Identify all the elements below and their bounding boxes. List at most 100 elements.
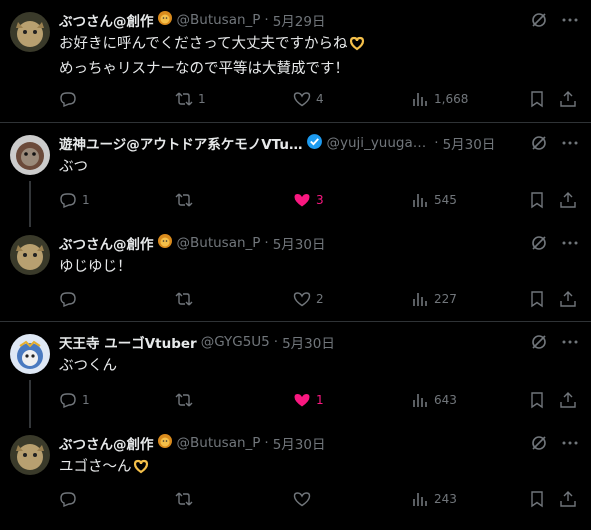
views-button[interactable]: 243 — [411, 489, 457, 509]
share-button[interactable] — [559, 190, 577, 210]
handle[interactable]: @GYG5U5 — [201, 334, 270, 350]
timestamp[interactable]: 5月30日 — [273, 433, 326, 453]
tweet-4[interactable]: 天王寺 ユーゴVtuber @GYG5U5 · 5月30日 ぶつくん 1 1 6… — [0, 322, 591, 428]
tweet-text: ゆじゆじ！ — [59, 256, 132, 278]
grok-icon[interactable] — [530, 434, 548, 452]
more-icon[interactable] — [561, 11, 579, 29]
retweet-button[interactable]: 1 — [175, 89, 206, 109]
retweet-icon — [175, 393, 193, 407]
action-bar: 243 — [59, 489, 579, 509]
views-count: 227 — [434, 292, 457, 306]
retweet-button[interactable] — [175, 190, 198, 210]
tweet-line: ぶつくん — [59, 358, 117, 374]
bookmark-button[interactable] — [528, 289, 546, 309]
views-button[interactable]: 545 — [411, 190, 457, 210]
timestamp[interactable]: 5月29日 — [273, 10, 326, 30]
avatar[interactable] — [10, 135, 50, 175]
like-button[interactable]: 2 — [293, 289, 324, 309]
verified-badge-icon — [306, 133, 323, 154]
avatar[interactable] — [10, 12, 50, 52]
display-name[interactable]: 天王寺 ユーゴVtuber — [59, 332, 197, 352]
grok-icon[interactable] — [530, 333, 548, 351]
share-button[interactable] — [559, 289, 577, 309]
separator-dot: · — [434, 135, 439, 151]
share-icon — [560, 192, 576, 208]
tweet-1[interactable]: ぶつさん@創作 @Butusan_P · 5月29日 お好きに呼んでくださって大… — [0, 0, 591, 122]
more-icon[interactable] — [561, 434, 579, 452]
share-button[interactable] — [559, 89, 577, 109]
tweet-text: ぶつくん — [59, 355, 117, 377]
timestamp[interactable]: 5月30日 — [282, 332, 335, 352]
tweet-header: ぶつさん@創作 @Butusan_P · 5月30日 — [59, 233, 326, 253]
separator-dot: · — [264, 12, 269, 28]
timestamp[interactable]: 5月30日 — [273, 233, 326, 253]
reply-button[interactable] — [59, 289, 82, 309]
more-icon[interactable] — [561, 234, 579, 252]
retweet-icon — [175, 492, 193, 506]
bookmark-icon — [531, 91, 543, 108]
action-bar: 2 227 — [59, 289, 579, 309]
separator-dot: · — [273, 334, 279, 350]
tweet-text: お好きに呼んでくださって大丈夫ですからね めっちゃリスナーなので平等は大賛成です… — [59, 33, 365, 80]
like-button[interactable]: 1 — [293, 390, 324, 410]
display-name[interactable]: ぶつさん@創作 — [59, 10, 154, 30]
views-button[interactable]: 643 — [411, 390, 457, 410]
share-button[interactable] — [559, 390, 577, 410]
share-button[interactable] — [559, 489, 577, 509]
avatar[interactable] — [10, 334, 50, 374]
like-button[interactable]: 4 — [293, 89, 324, 109]
heart-icon — [293, 492, 311, 507]
action-bar: 1 3 545 — [59, 190, 579, 210]
retweet-icon — [175, 292, 193, 306]
handle[interactable]: @yuji_yuuga… — [327, 135, 427, 151]
tweet-line: お好きに呼んでくださって大丈夫ですからね — [59, 36, 348, 52]
bookmark-button[interactable] — [528, 190, 546, 210]
retweet-button[interactable] — [175, 390, 198, 410]
display-name[interactable]: 遊神ユージ@アウトドア系ケモノVTu… — [59, 133, 303, 153]
tweet-text: ユゴさ〜ん — [59, 456, 149, 481]
retweet-button[interactable] — [175, 289, 198, 309]
views-icon — [413, 194, 427, 207]
like-count: 1 — [316, 393, 324, 407]
retweet-icon — [175, 92, 193, 106]
bookmark-icon — [531, 392, 543, 409]
display-name[interactable]: ぶつさん@創作 — [59, 233, 154, 253]
bookmark-button[interactable] — [528, 390, 546, 410]
share-icon — [560, 91, 576, 107]
reply-button[interactable] — [59, 89, 82, 109]
reply-count: 1 — [82, 393, 90, 407]
grok-icon[interactable] — [530, 11, 548, 29]
display-name[interactable]: ぶつさん@創作 — [59, 433, 154, 453]
like-button[interactable]: 3 — [293, 190, 324, 210]
retweet-button[interactable] — [175, 489, 198, 509]
avatar[interactable] — [10, 235, 50, 275]
like-count: 2 — [316, 292, 324, 306]
reply-button[interactable]: 1 — [59, 390, 90, 410]
grok-icon[interactable] — [530, 234, 548, 252]
handle[interactable]: @Butusan_P — [177, 435, 261, 451]
reply-button[interactable] — [59, 489, 82, 509]
heart-filled-icon — [294, 394, 310, 407]
avatar[interactable] — [10, 435, 50, 475]
tweet-2[interactable]: 遊神ユージ@アウトドア系ケモノVTu… @yuji_yuuga… · 5月30日… — [0, 123, 591, 227]
grok-icon[interactable] — [530, 134, 548, 152]
like-button[interactable] — [293, 489, 316, 509]
bookmark-icon — [531, 491, 543, 508]
reply-button[interactable]: 1 — [59, 190, 90, 210]
views-button[interactable]: 227 — [411, 289, 457, 309]
views-count: 643 — [434, 393, 457, 407]
bookmark-button[interactable] — [528, 89, 546, 109]
share-icon — [560, 392, 576, 408]
timestamp[interactable]: 5月30日 — [443, 133, 496, 153]
handle[interactable]: @Butusan_P — [177, 235, 261, 251]
handle[interactable]: @Butusan_P — [177, 12, 261, 28]
tweet-3[interactable]: ぶつさん@創作 @Butusan_P · 5月30日 ゆじゆじ！ 2 227 — [0, 223, 591, 321]
more-icon[interactable] — [561, 333, 579, 351]
share-icon — [560, 291, 576, 307]
more-icon[interactable] — [561, 134, 579, 152]
tweet-5[interactable]: ぶつさん@創作 @Butusan_P · 5月30日 ユゴさ〜ん 243 — [0, 423, 591, 530]
views-button[interactable]: 1,668 — [411, 89, 468, 109]
bookmark-button[interactable] — [528, 489, 546, 509]
bookmark-icon — [531, 291, 543, 308]
heart-hands-icon — [133, 458, 149, 481]
